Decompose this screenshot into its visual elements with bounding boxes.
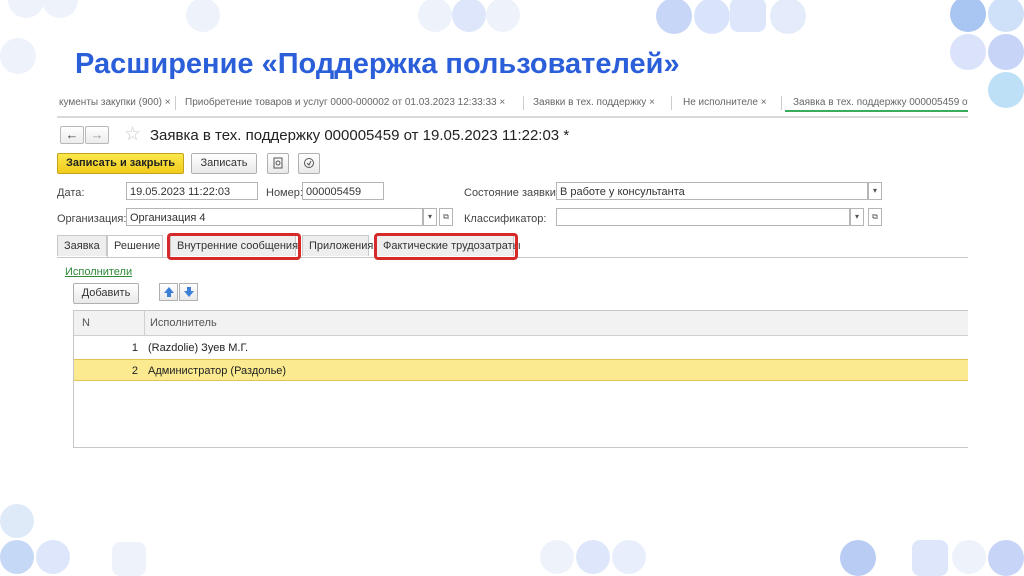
highlight-internal-messages	[167, 233, 301, 260]
decor-circle	[0, 504, 34, 538]
app-window: кументы закупки (900) × Приобретение тов…	[57, 96, 968, 448]
classifier-label: Классификатор:	[464, 213, 547, 225]
decor-circle	[770, 0, 806, 34]
save-button[interactable]: Записать	[191, 153, 257, 174]
decor-circle	[186, 0, 220, 32]
decor-circle	[36, 540, 70, 574]
date-field[interactable]: 19.05.2023 11:22:03	[126, 182, 258, 200]
org-field[interactable]: Организация 4	[126, 208, 423, 226]
classifier-field[interactable]	[556, 208, 850, 226]
decor-circle	[576, 540, 610, 574]
decor-circle	[0, 540, 34, 574]
back-button[interactable]: ←	[60, 126, 84, 144]
decor-circle	[612, 540, 646, 574]
decor-circle	[0, 38, 36, 74]
decor-circle	[8, 0, 44, 18]
add-button[interactable]: Добавить	[73, 283, 139, 304]
org-dropdown-icon[interactable]: ▾	[423, 208, 437, 226]
row-number: 2	[131, 365, 138, 377]
classifier-open-icon[interactable]: ⧉	[868, 208, 882, 226]
decor-square	[912, 540, 948, 576]
move-down-icon[interactable]	[179, 283, 198, 301]
column-n[interactable]: N	[82, 311, 90, 335]
table-row-selected[interactable]: 2 Администратор (Раздолье)	[74, 359, 968, 381]
executors-link[interactable]: Исполнители	[65, 266, 132, 278]
column-divider	[144, 311, 145, 335]
favorite-star-icon[interactable]: ☆	[124, 123, 141, 146]
classifier-dropdown-icon[interactable]: ▾	[850, 208, 864, 226]
decor-circle	[952, 540, 986, 574]
number-field[interactable]: 000005459	[302, 182, 384, 200]
decor-circle	[452, 0, 486, 32]
open-tabs-bar: кументы закупки (900) × Приобретение тов…	[57, 96, 968, 118]
decor-circle	[988, 72, 1024, 108]
open-tab[interactable]: Заявки в тех. поддержку ×	[525, 96, 672, 110]
date-label: Дата:	[57, 187, 85, 199]
decor-circle	[988, 0, 1024, 32]
row-executor: Администратор (Раздолье)	[148, 365, 287, 377]
status-dropdown-icon[interactable]: ▾	[868, 182, 882, 200]
tab-attachments[interactable]: Приложения	[302, 235, 373, 256]
decor-square	[112, 542, 146, 576]
tab-request[interactable]: Заявка	[57, 235, 107, 256]
decor-circle	[988, 34, 1024, 70]
highlight-actual-labor	[374, 233, 518, 260]
column-executor[interactable]: Исполнитель	[150, 311, 217, 335]
decor-circle	[540, 540, 574, 574]
org-open-icon[interactable]: ⧉	[439, 208, 453, 226]
attach-icon[interactable]	[298, 153, 320, 174]
decor-circle	[694, 0, 730, 34]
table-row[interactable]: 1 (Razdolie) Зуев М.Г.	[74, 337, 968, 359]
document-title: Заявка в тех. поддержку 000005459 от 19.…	[150, 127, 570, 144]
open-tab[interactable]: Приобретение товаров и услуг 0000-000002…	[177, 96, 524, 110]
decor-circle	[42, 0, 78, 18]
row-number: 1	[131, 342, 138, 354]
open-tab-active[interactable]: Заявка в тех. поддержку 000005459 от ×	[785, 96, 968, 112]
decor-circle	[656, 0, 692, 34]
row-executor: (Razdolie) Зуев М.Г.	[148, 342, 249, 354]
decor-circle	[950, 0, 986, 32]
open-tab[interactable]: кументы закупки (900) ×	[57, 96, 176, 110]
open-tab[interactable]: Не исполнителе ×	[675, 96, 782, 110]
decor-circle	[486, 0, 520, 32]
forward-button[interactable]: →	[85, 126, 109, 144]
save-and-close-button[interactable]: Записать и закрыть	[57, 153, 184, 174]
report-icon[interactable]	[267, 153, 289, 174]
org-label: Организация:	[57, 213, 127, 225]
decor-circle	[988, 540, 1024, 576]
slide-title: Расширение «Поддержка пользователей»	[75, 48, 680, 80]
decor-circle	[840, 540, 876, 576]
move-up-icon[interactable]	[159, 283, 178, 301]
decor-circle	[950, 34, 986, 70]
status-field[interactable]: В работе у консультанта	[556, 182, 868, 200]
decor-square	[730, 0, 766, 32]
decor-circle	[418, 0, 452, 32]
table-header: N Исполнитель	[74, 311, 968, 336]
status-label: Состояние заявки:	[464, 187, 559, 199]
executors-table: N Исполнитель 1 (Razdolie) Зуев М.Г. 2 А…	[73, 310, 968, 448]
tab-solution[interactable]: Решение	[107, 235, 163, 257]
number-label: Номер:	[266, 187, 303, 199]
